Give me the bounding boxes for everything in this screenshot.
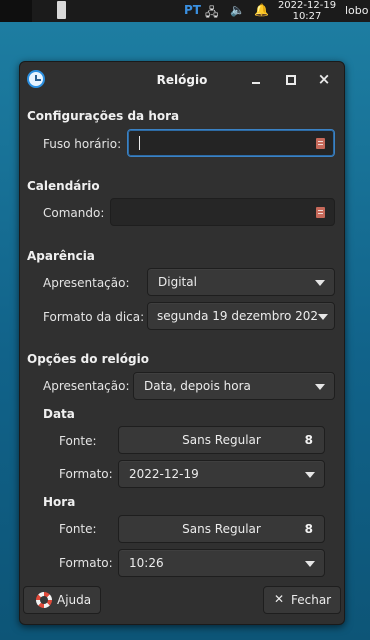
close-button[interactable]: ✕ Fechar: [263, 586, 341, 614]
tooltip-format-value: segunda 19 dezembro 2022: [157, 309, 317, 323]
lifebuoy-icon: [36, 592, 52, 608]
text-cursor: [139, 136, 140, 150]
clear-field-icon[interactable]: [316, 138, 325, 149]
date-format-label: Formato:: [59, 467, 113, 481]
appearance-layout-label: Apresentação:: [43, 276, 130, 290]
time-font-button[interactable]: Sans Regular 8: [118, 515, 325, 543]
time-settings-heading: Configurações da hora: [27, 109, 180, 123]
clock-layout-dropdown[interactable]: Data, depois hora: [133, 372, 335, 400]
network-icon[interactable]: 🖧: [205, 3, 218, 24]
date-subheading: Data: [43, 407, 75, 421]
appearance-heading: Aparência: [27, 249, 95, 263]
volume-icon[interactable]: 🔈: [230, 3, 245, 17]
time-font-size: 8: [304, 522, 313, 536]
clock-layout-label: Apresentação:: [43, 379, 130, 393]
maximize-button[interactable]: [278, 68, 302, 90]
command-input[interactable]: [110, 198, 335, 226]
appearance-layout-value: Digital: [158, 275, 197, 289]
clock-settings-window: Relógio × Configurações da hora Fuso hor…: [19, 61, 345, 625]
window-titlebar[interactable]: Relógio ×: [20, 62, 344, 98]
close-icon: ✕: [274, 592, 285, 606]
chevron-down-icon: [318, 314, 328, 320]
time-format-label: Formato:: [59, 556, 113, 570]
help-button-label: Ajuda: [57, 593, 92, 607]
chevron-down-icon: [305, 561, 315, 567]
time-font-label: Fonte:: [59, 522, 97, 536]
chevron-down-icon: [315, 280, 325, 286]
close-button-label: Fechar: [291, 593, 332, 607]
appearance-layout-dropdown[interactable]: Digital: [147, 268, 335, 296]
panel-clock-date: 2022-12-19: [277, 0, 337, 11]
time-font-name: Sans Regular: [182, 522, 261, 536]
date-format-dropdown[interactable]: 2022-12-19: [118, 460, 325, 488]
panel-clock-time: 10:27: [292, 11, 322, 22]
close-window-button[interactable]: ×: [312, 68, 336, 90]
tooltip-format-dropdown[interactable]: segunda 19 dezembro 2022: [147, 302, 335, 330]
calendar-heading: Calendário: [27, 179, 100, 193]
time-format-dropdown[interactable]: 10:26: [118, 549, 325, 577]
panel-launcher-area[interactable]: [0, 0, 32, 22]
date-font-size: 8: [304, 433, 313, 447]
timezone-label: Fuso horário:: [43, 137, 122, 151]
clock-options-heading: Opções do relógio: [27, 352, 149, 366]
date-font-name: Sans Regular: [182, 433, 261, 447]
time-subheading: Hora: [43, 495, 76, 509]
panel-handle[interactable]: [57, 1, 66, 19]
chevron-down-icon: [315, 384, 325, 390]
chevron-down-icon: [305, 472, 315, 478]
clock-layout-value: Data, depois hora: [144, 379, 251, 393]
time-format-value: 10:26: [129, 556, 164, 570]
notification-bell-icon[interactable]: 🔔: [254, 3, 269, 17]
keyboard-layout-indicator[interactable]: PT: [184, 3, 201, 17]
date-font-button[interactable]: Sans Regular 8: [118, 426, 325, 454]
minimize-button[interactable]: [244, 68, 268, 90]
top-panel: PT 🖧 🔈 🔔 2022-12-19 10:27 lobo: [0, 0, 370, 22]
panel-clock[interactable]: 2022-12-19 10:27: [276, 0, 338, 22]
date-font-label: Fonte:: [59, 434, 97, 448]
date-format-value: 2022-12-19: [129, 467, 199, 481]
help-button[interactable]: Ajuda: [23, 586, 101, 614]
timezone-input[interactable]: [127, 129, 335, 157]
command-label: Comando:: [43, 206, 105, 220]
panel-user-name[interactable]: lobo: [345, 4, 369, 17]
clear-field-icon[interactable]: [316, 207, 325, 218]
tooltip-format-label: Formato da dica:: [43, 310, 145, 324]
